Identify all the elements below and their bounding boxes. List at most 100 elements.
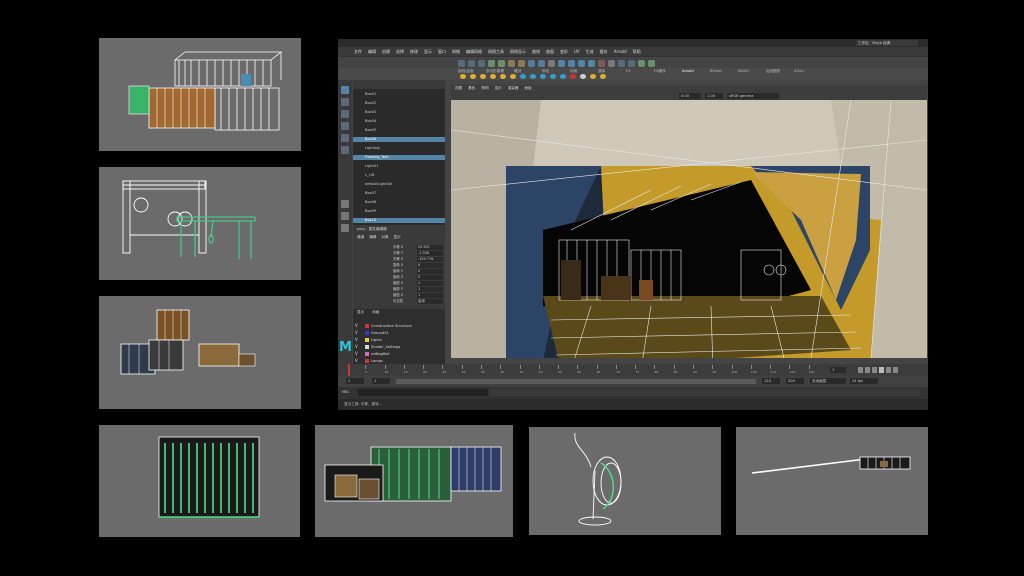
- menu-item[interactable]: 帮助: [633, 49, 641, 55]
- shelf-tab[interactable]: FX: [626, 69, 631, 73]
- range-end-field[interactable]: 200: [786, 378, 804, 384]
- status-line-icon[interactable]: [478, 60, 485, 67]
- visibility-toggle-icon[interactable]: V: [355, 331, 358, 335]
- status-line-icon[interactable]: [568, 60, 575, 67]
- outliner-item[interactable]: defaultLightSet: [353, 182, 445, 187]
- visibility-toggle-icon[interactable]: V: [355, 359, 358, 363]
- status-line-icon[interactable]: [458, 60, 465, 67]
- layer-color-swatch[interactable]: [365, 352, 369, 356]
- status-line-icon[interactable]: [638, 60, 645, 67]
- shelf-tool-icon[interactable]: [550, 74, 556, 79]
- status-line-icon[interactable]: [488, 60, 495, 67]
- status-line-icon[interactable]: [558, 60, 565, 67]
- layer-color-swatch[interactable]: [365, 324, 369, 328]
- fps-dropdown[interactable]: 24 fps: [850, 378, 878, 384]
- select-tool-icon[interactable]: [341, 86, 349, 94]
- attribute-value-field[interactable]: -1.936: [417, 251, 443, 256]
- layout-outliner-icon[interactable]: [341, 224, 349, 232]
- menu-item[interactable]: 网格显示: [510, 49, 526, 55]
- layer-color-swatch[interactable]: [365, 331, 369, 335]
- status-line-icon[interactable]: [608, 60, 615, 67]
- status-line-icon[interactable]: [498, 60, 505, 67]
- viewport-menu-item[interactable]: 渲染器: [508, 85, 519, 91]
- shelf-tool-icon[interactable]: [590, 74, 596, 79]
- playback-start-field[interactable]: 1: [372, 378, 390, 384]
- outliner-item[interactable]: Box05: [353, 128, 445, 133]
- viewport-menu-item[interactable]: 视图: [455, 85, 462, 91]
- menu-item[interactable]: UV: [574, 49, 580, 54]
- shelf-tool-icon[interactable]: [530, 74, 536, 79]
- scale-tool-icon[interactable]: [341, 146, 349, 154]
- status-line-icon[interactable]: [528, 60, 535, 67]
- visibility-toggle-icon[interactable]: V: [355, 352, 358, 356]
- current-frame-field[interactable]: 1: [830, 367, 846, 373]
- attribute-tab[interactable]: 显示: [394, 235, 401, 240]
- outliner-item[interactable]: Box01: [353, 92, 445, 97]
- go-end-icon[interactable]: [893, 367, 898, 373]
- layer-tab[interactable]: 显示: [357, 310, 364, 315]
- shelf-tool-icon[interactable]: [470, 74, 476, 79]
- shelf-tab[interactable]: 雕刻: [514, 69, 521, 74]
- outliner-item[interactable]: Light01: [353, 164, 445, 169]
- go-start-icon[interactable]: [858, 367, 863, 373]
- shelf-tool-icon[interactable]: [560, 74, 566, 79]
- attribute-value-field[interactable]: 0: [417, 269, 443, 274]
- menu-item[interactable]: 网格: [452, 49, 460, 55]
- status-line-icon[interactable]: [618, 60, 625, 67]
- menu-item[interactable]: 选择: [396, 49, 404, 55]
- menu-item[interactable]: 编辑: [368, 49, 376, 55]
- status-line-icon[interactable]: [508, 60, 515, 67]
- outliner-item[interactable]: Box10: [353, 218, 445, 223]
- menu-item[interactable]: 曲面: [546, 49, 554, 55]
- shelf-tool-icon[interactable]: [500, 74, 506, 79]
- shelf-tab[interactable]: Arnold: [682, 69, 694, 73]
- menu-item[interactable]: 网格工具: [488, 49, 504, 55]
- timeline-cursor[interactable]: [348, 364, 350, 376]
- outliner-item[interactable]: Box07: [353, 191, 445, 196]
- menu-item[interactable]: 编辑网格: [466, 49, 482, 55]
- layer-color-swatch[interactable]: [365, 345, 369, 349]
- status-line-icon[interactable]: [648, 60, 655, 67]
- outliner-item[interactable]: Box08: [353, 200, 445, 205]
- shelf-tab[interactable]: FX缓存: [654, 69, 666, 74]
- menu-item[interactable]: 生成: [586, 49, 594, 55]
- viewport-menu-item[interactable]: 照明: [481, 85, 488, 91]
- shelf-tool-icon[interactable]: [480, 74, 486, 79]
- command-language-label[interactable]: MEL: [342, 390, 349, 394]
- layer-row[interactable]: Construction Structure V: [355, 323, 443, 329]
- attribute-value-field[interactable]: 1: [417, 281, 443, 286]
- shelf-tool-icon[interactable]: [580, 74, 586, 79]
- frame-field[interactable]: 0.00: [679, 93, 701, 99]
- menu-item[interactable]: 显示: [424, 49, 432, 55]
- playback-end-field[interactable]: 120: [762, 378, 780, 384]
- layout-four-icon[interactable]: [341, 212, 349, 220]
- anim-layer-dropdown[interactable]: 无动画层: [810, 378, 846, 384]
- scale-field[interactable]: 1.00: [705, 93, 723, 99]
- playback-controls[interactable]: [858, 367, 898, 373]
- paint-tool-icon[interactable]: [341, 110, 349, 118]
- status-line-icon[interactable]: [518, 60, 525, 67]
- viewport-menu-item[interactable]: 显示: [495, 85, 502, 91]
- menu-item[interactable]: 变形: [560, 49, 568, 55]
- command-input[interactable]: [358, 389, 488, 396]
- attribute-tab[interactable]: 通道: [357, 235, 364, 240]
- viewport-menu-item[interactable]: 面板: [525, 85, 532, 91]
- attribute-tab[interactable]: 编辑: [369, 235, 376, 240]
- move-tool-icon[interactable]: [341, 122, 349, 130]
- viewport-menu-item[interactable]: 着色: [468, 85, 475, 91]
- status-line-icon[interactable]: [548, 60, 555, 67]
- workspace-field[interactable]: 工作区：Maya 经典: [856, 40, 918, 46]
- outliner-item[interactable]: Box06: [353, 137, 445, 142]
- play-back-icon[interactable]: [872, 367, 877, 373]
- outliner-item[interactable]: Box09: [353, 209, 445, 214]
- rotate-tool-icon[interactable]: [341, 134, 349, 142]
- outliner-item[interactable]: Floating_Tent: [353, 155, 445, 160]
- status-line-icon[interactable]: [588, 60, 595, 67]
- layer-color-swatch[interactable]: [365, 338, 369, 342]
- outliner-item[interactable]: Box02: [353, 101, 445, 106]
- menu-item[interactable]: 文件: [354, 49, 362, 55]
- layer-row[interactable]: Ground01 V: [355, 330, 443, 336]
- range-start-field[interactable]: 1: [346, 378, 364, 384]
- range-bar[interactable]: [396, 379, 756, 384]
- attribute-value-field[interactable]: -129.776: [417, 257, 443, 262]
